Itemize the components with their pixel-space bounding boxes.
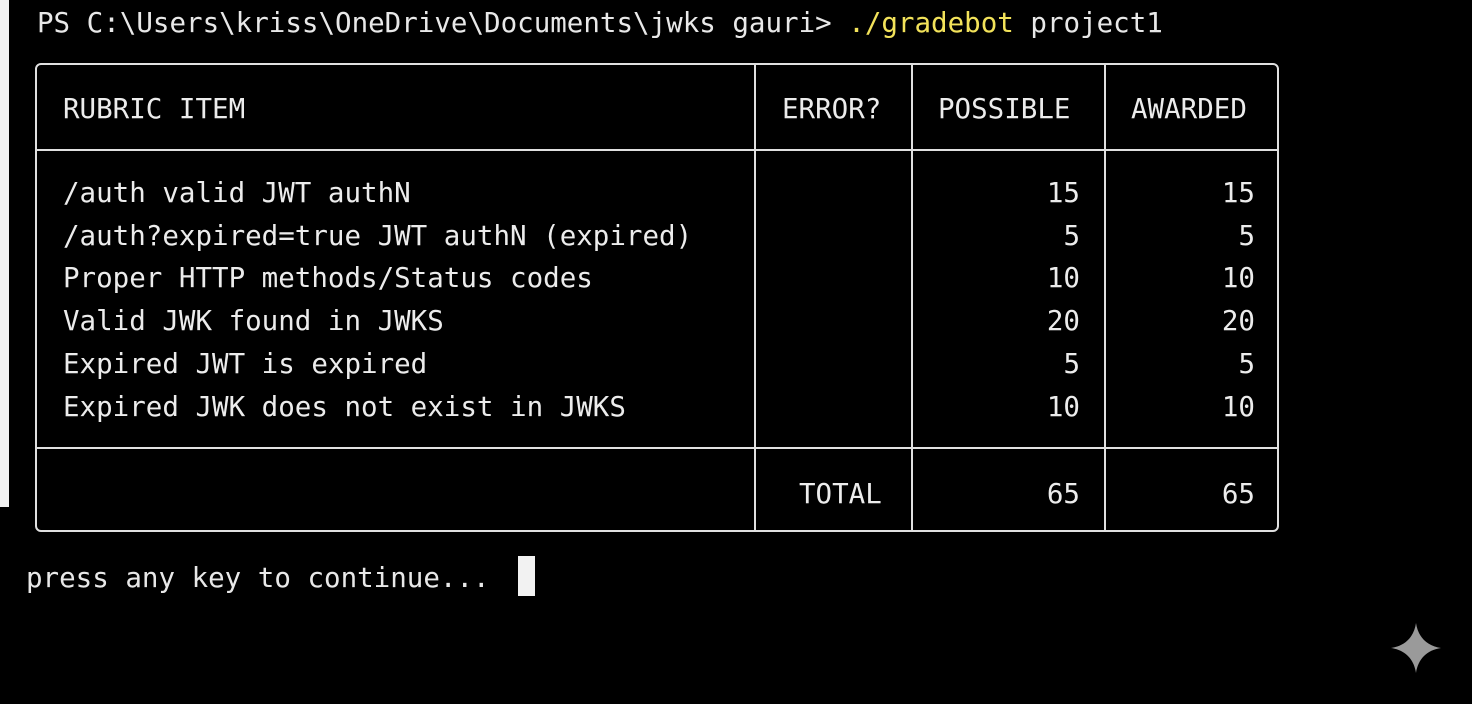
- row-possible: 10: [1046, 391, 1080, 423]
- row-item: Proper HTTP methods/Status codes: [63, 262, 593, 294]
- continue-prompt: press any key to continue...: [26, 562, 490, 594]
- text-cursor[interactable]: [518, 556, 535, 596]
- row-awarded: 5: [1238, 348, 1255, 380]
- row-possible: 5: [1063, 348, 1080, 380]
- row-awarded: 20: [1221, 305, 1255, 337]
- header-rubric-item: RUBRIC ITEM: [63, 93, 246, 125]
- window-edge: [0, 0, 9, 507]
- rubric-table: RUBRIC ITEM ERROR? POSSIBLE AWARDED /aut…: [35, 63, 1279, 532]
- prompt-path: PS C:\Users\kriss\OneDrive\Documents\jwk…: [37, 7, 849, 39]
- sparkle-icon: [1390, 622, 1442, 674]
- total-label: TOTAL: [799, 478, 882, 510]
- row-awarded: 10: [1221, 391, 1255, 423]
- row-possible: 5: [1063, 220, 1080, 252]
- command-argument: project1: [1013, 7, 1163, 39]
- row-awarded: 10: [1221, 262, 1255, 294]
- row-possible: 20: [1046, 305, 1080, 337]
- row-possible: 15: [1046, 177, 1080, 209]
- header-awarded: AWARDED: [1131, 93, 1247, 125]
- header-error: ERROR?: [782, 93, 882, 125]
- row-item: /auth valid JWT authN: [63, 177, 411, 209]
- row-item: Valid JWK found in JWKS: [63, 305, 444, 337]
- row-item: /auth?expired=true JWT authN (expired): [63, 220, 693, 252]
- row-awarded: 5: [1238, 220, 1255, 252]
- total-awarded: 65: [1221, 478, 1255, 510]
- command-prompt-line: PS C:\Users\kriss\OneDrive\Documents\jwk…: [37, 4, 1163, 42]
- total-possible: 65: [1046, 478, 1080, 510]
- column-divider: [911, 65, 913, 530]
- header-possible: POSSIBLE: [938, 93, 1071, 125]
- command-name: ./gradebot: [848, 7, 1014, 39]
- column-divider: [754, 65, 756, 530]
- row-awarded: 15: [1221, 177, 1255, 209]
- row-item: Expired JWT is expired: [63, 348, 428, 380]
- footer-divider: [37, 447, 1277, 449]
- row-item: Expired JWK does not exist in JWKS: [63, 391, 626, 423]
- column-divider: [1104, 65, 1106, 530]
- row-possible: 10: [1046, 262, 1080, 294]
- header-divider: [37, 149, 1277, 151]
